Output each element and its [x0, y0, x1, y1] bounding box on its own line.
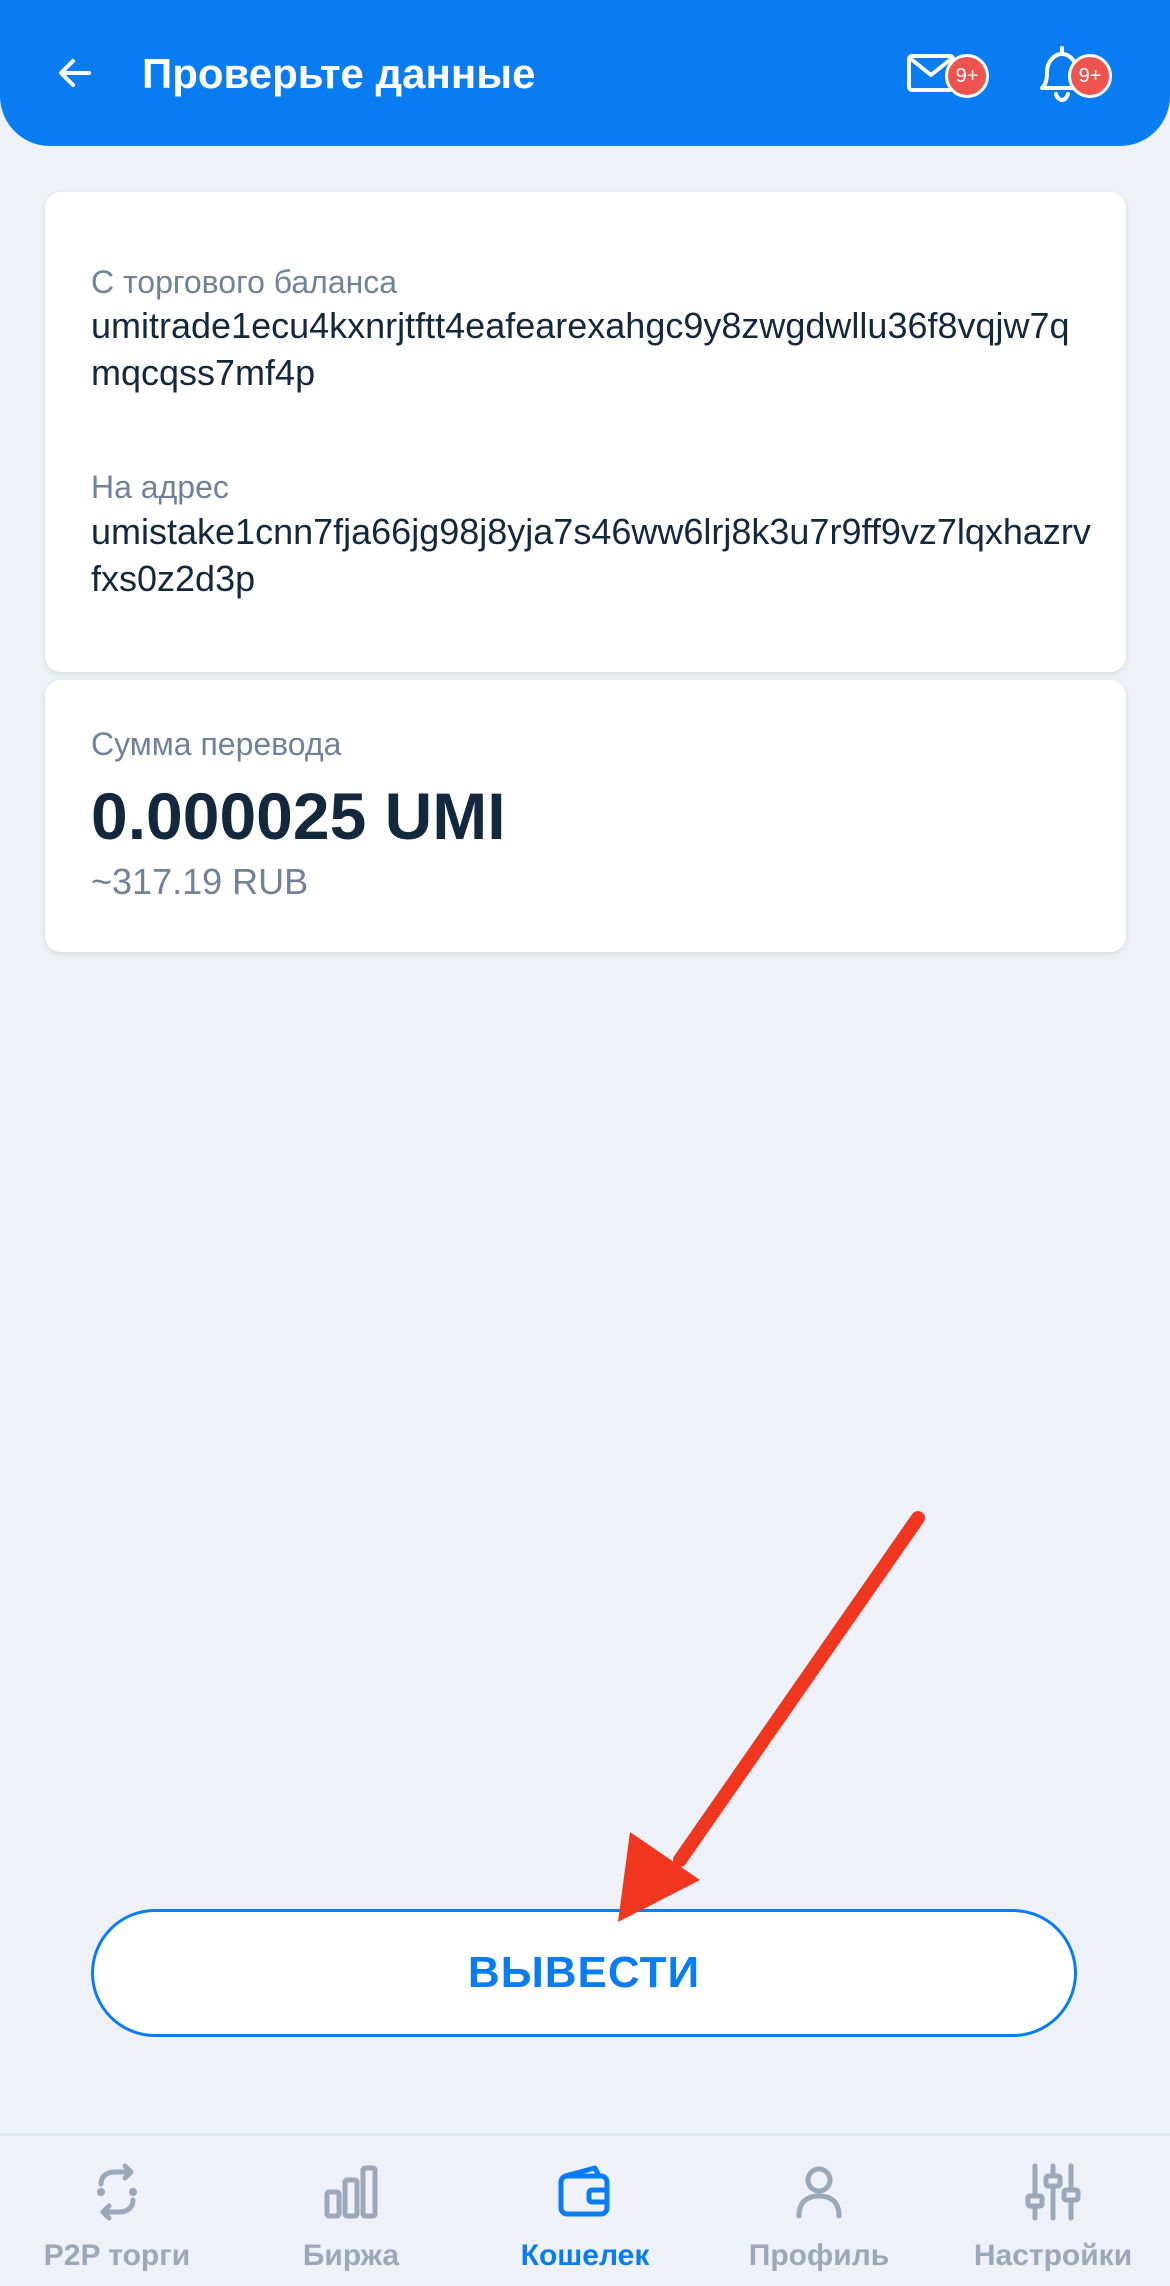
p2p-exchange-icon — [97, 2163, 137, 2221]
from-label: С торгового баланса — [91, 264, 398, 300]
messages-button[interactable]: 9+ — [905, 40, 989, 110]
bar-chart-icon — [324, 2165, 378, 2219]
to-label: На адрес — [91, 469, 229, 505]
wallet-icon — [558, 2165, 610, 2217]
nav-label-wallet: Кошелек — [520, 2239, 650, 2272]
amount-label: Сумма перевода — [91, 726, 342, 762]
sliders-icon — [1025, 2163, 1081, 2221]
nav-label-exchange: Биржа — [302, 2239, 400, 2272]
user-icon — [796, 2166, 842, 2219]
from-address: umitrade1ecu4kxnrjtftt4eafearexahgc9y8zw… — [91, 305, 1070, 393]
nav-item-p2p[interactable]: P2P торги — [0, 2136, 234, 2286]
back-button[interactable] — [40, 38, 110, 108]
nav-item-profile[interactable]: Профиль — [702, 2136, 936, 2286]
app-header: Проверьте данные 9+ 9+ — [0, 0, 1170, 146]
withdraw-button[interactable]: ВЫВЕСТИ — [91, 1909, 1077, 2037]
nav-item-settings[interactable]: Настройки — [936, 2136, 1170, 2286]
nav-label-settings: Настройки — [973, 2239, 1133, 2272]
messages-badge: 9+ — [945, 54, 989, 98]
transfer-amount-card: Сумма перевода 0.000025 UMI ~317.19 RUB — [45, 680, 1126, 952]
to-address: umistake1cnn7fja66jg98j8yja7s46ww6lrj8k3… — [91, 511, 1091, 599]
transfer-addresses-card: С торгового баланса umitrade1ecu4kxnrjtf… — [45, 192, 1126, 672]
notifications-button[interactable]: 9+ — [1032, 40, 1112, 110]
notifications-badge: 9+ — [1068, 54, 1112, 98]
arrow-left-icon — [59, 59, 91, 87]
nav-item-wallet[interactable]: Кошелек — [468, 2136, 702, 2286]
bottom-navigation: P2P торги Биржа Кошелек Профиль Настройк… — [0, 2133, 1170, 2286]
amount-fiat-value: ~317.19 RUB — [91, 861, 309, 902]
amount-value: 0.000025 UMI — [91, 779, 506, 853]
nav-item-exchange[interactable]: Биржа — [234, 2136, 468, 2286]
nav-label-profile: Профиль — [748, 2239, 890, 2272]
page-title: Проверьте данные — [142, 50, 536, 97]
nav-label-p2p: P2P торги — [43, 2239, 191, 2272]
